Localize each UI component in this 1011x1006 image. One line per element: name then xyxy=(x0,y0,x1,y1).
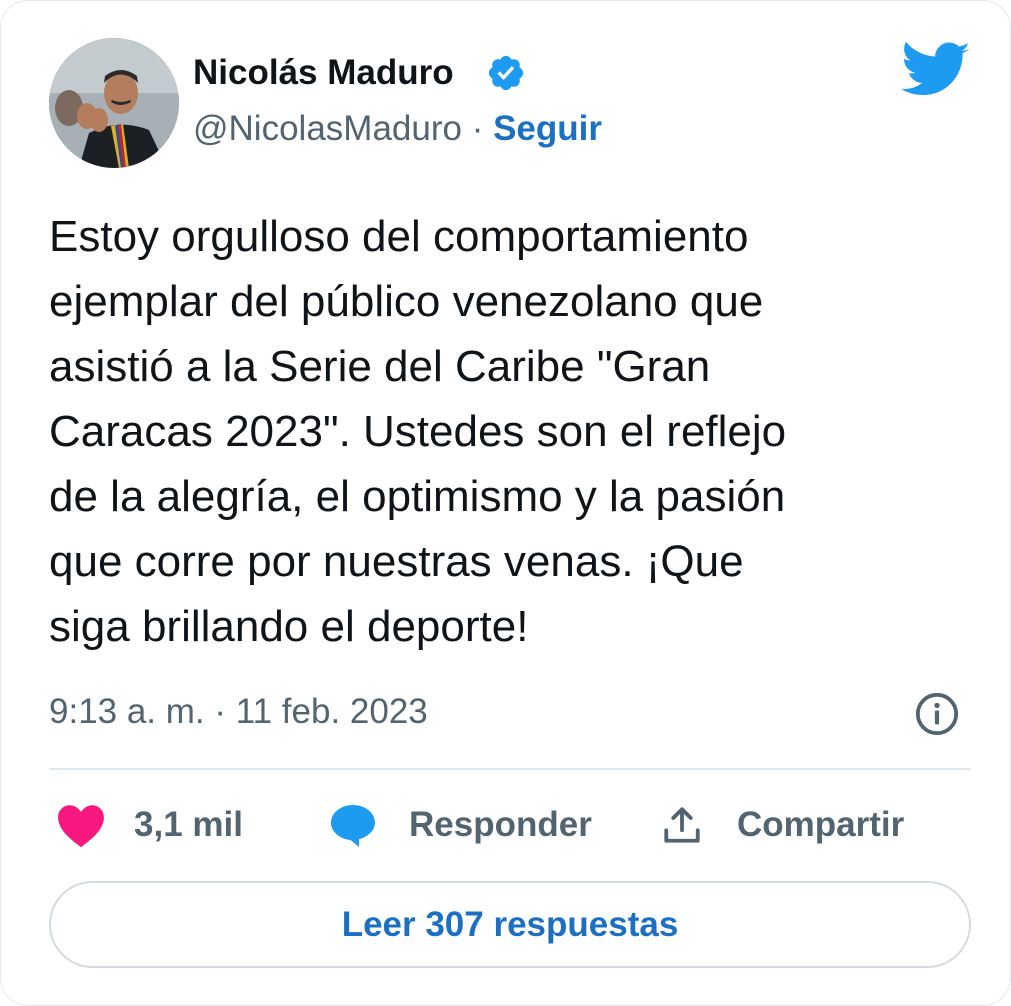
twitter-bird-icon[interactable] xyxy=(901,41,971,101)
avatar[interactable] xyxy=(49,38,179,168)
handle-row: @NicolasMaduro · Seguir xyxy=(193,107,602,151)
speech-bubble-icon xyxy=(331,805,375,847)
handle-separator: · xyxy=(461,109,494,148)
author-handle[interactable]: @NicolasMaduro xyxy=(193,109,462,148)
tweet-card: Nicolás Maduro @NicolasMaduro · Seguir E… xyxy=(0,0,1011,1006)
tweet-text: Estoy orgulloso del comportamiento ejemp… xyxy=(49,212,787,651)
divider xyxy=(49,768,971,770)
verified-badge-icon xyxy=(488,55,524,91)
reply-label: Responder xyxy=(409,805,592,844)
share-label: Compartir xyxy=(737,805,905,844)
heart-icon xyxy=(58,805,104,848)
info-icon[interactable] xyxy=(914,691,960,737)
share-button[interactable]: Compartir xyxy=(661,797,904,853)
reply-button[interactable]: Responder xyxy=(329,797,592,853)
share-upload-icon xyxy=(664,807,700,843)
like-button[interactable]: 3,1 mil xyxy=(56,797,243,853)
author-name[interactable]: Nicolás Maduro xyxy=(193,51,454,95)
tweet-timestamp[interactable]: 9:13 a. m. · 11 feb. 2023 xyxy=(49,689,428,735)
follow-link[interactable]: Seguir xyxy=(493,109,602,148)
like-count: 3,1 mil xyxy=(134,805,243,844)
read-replies-button[interactable]: Leer 307 respuestas xyxy=(49,881,971,968)
